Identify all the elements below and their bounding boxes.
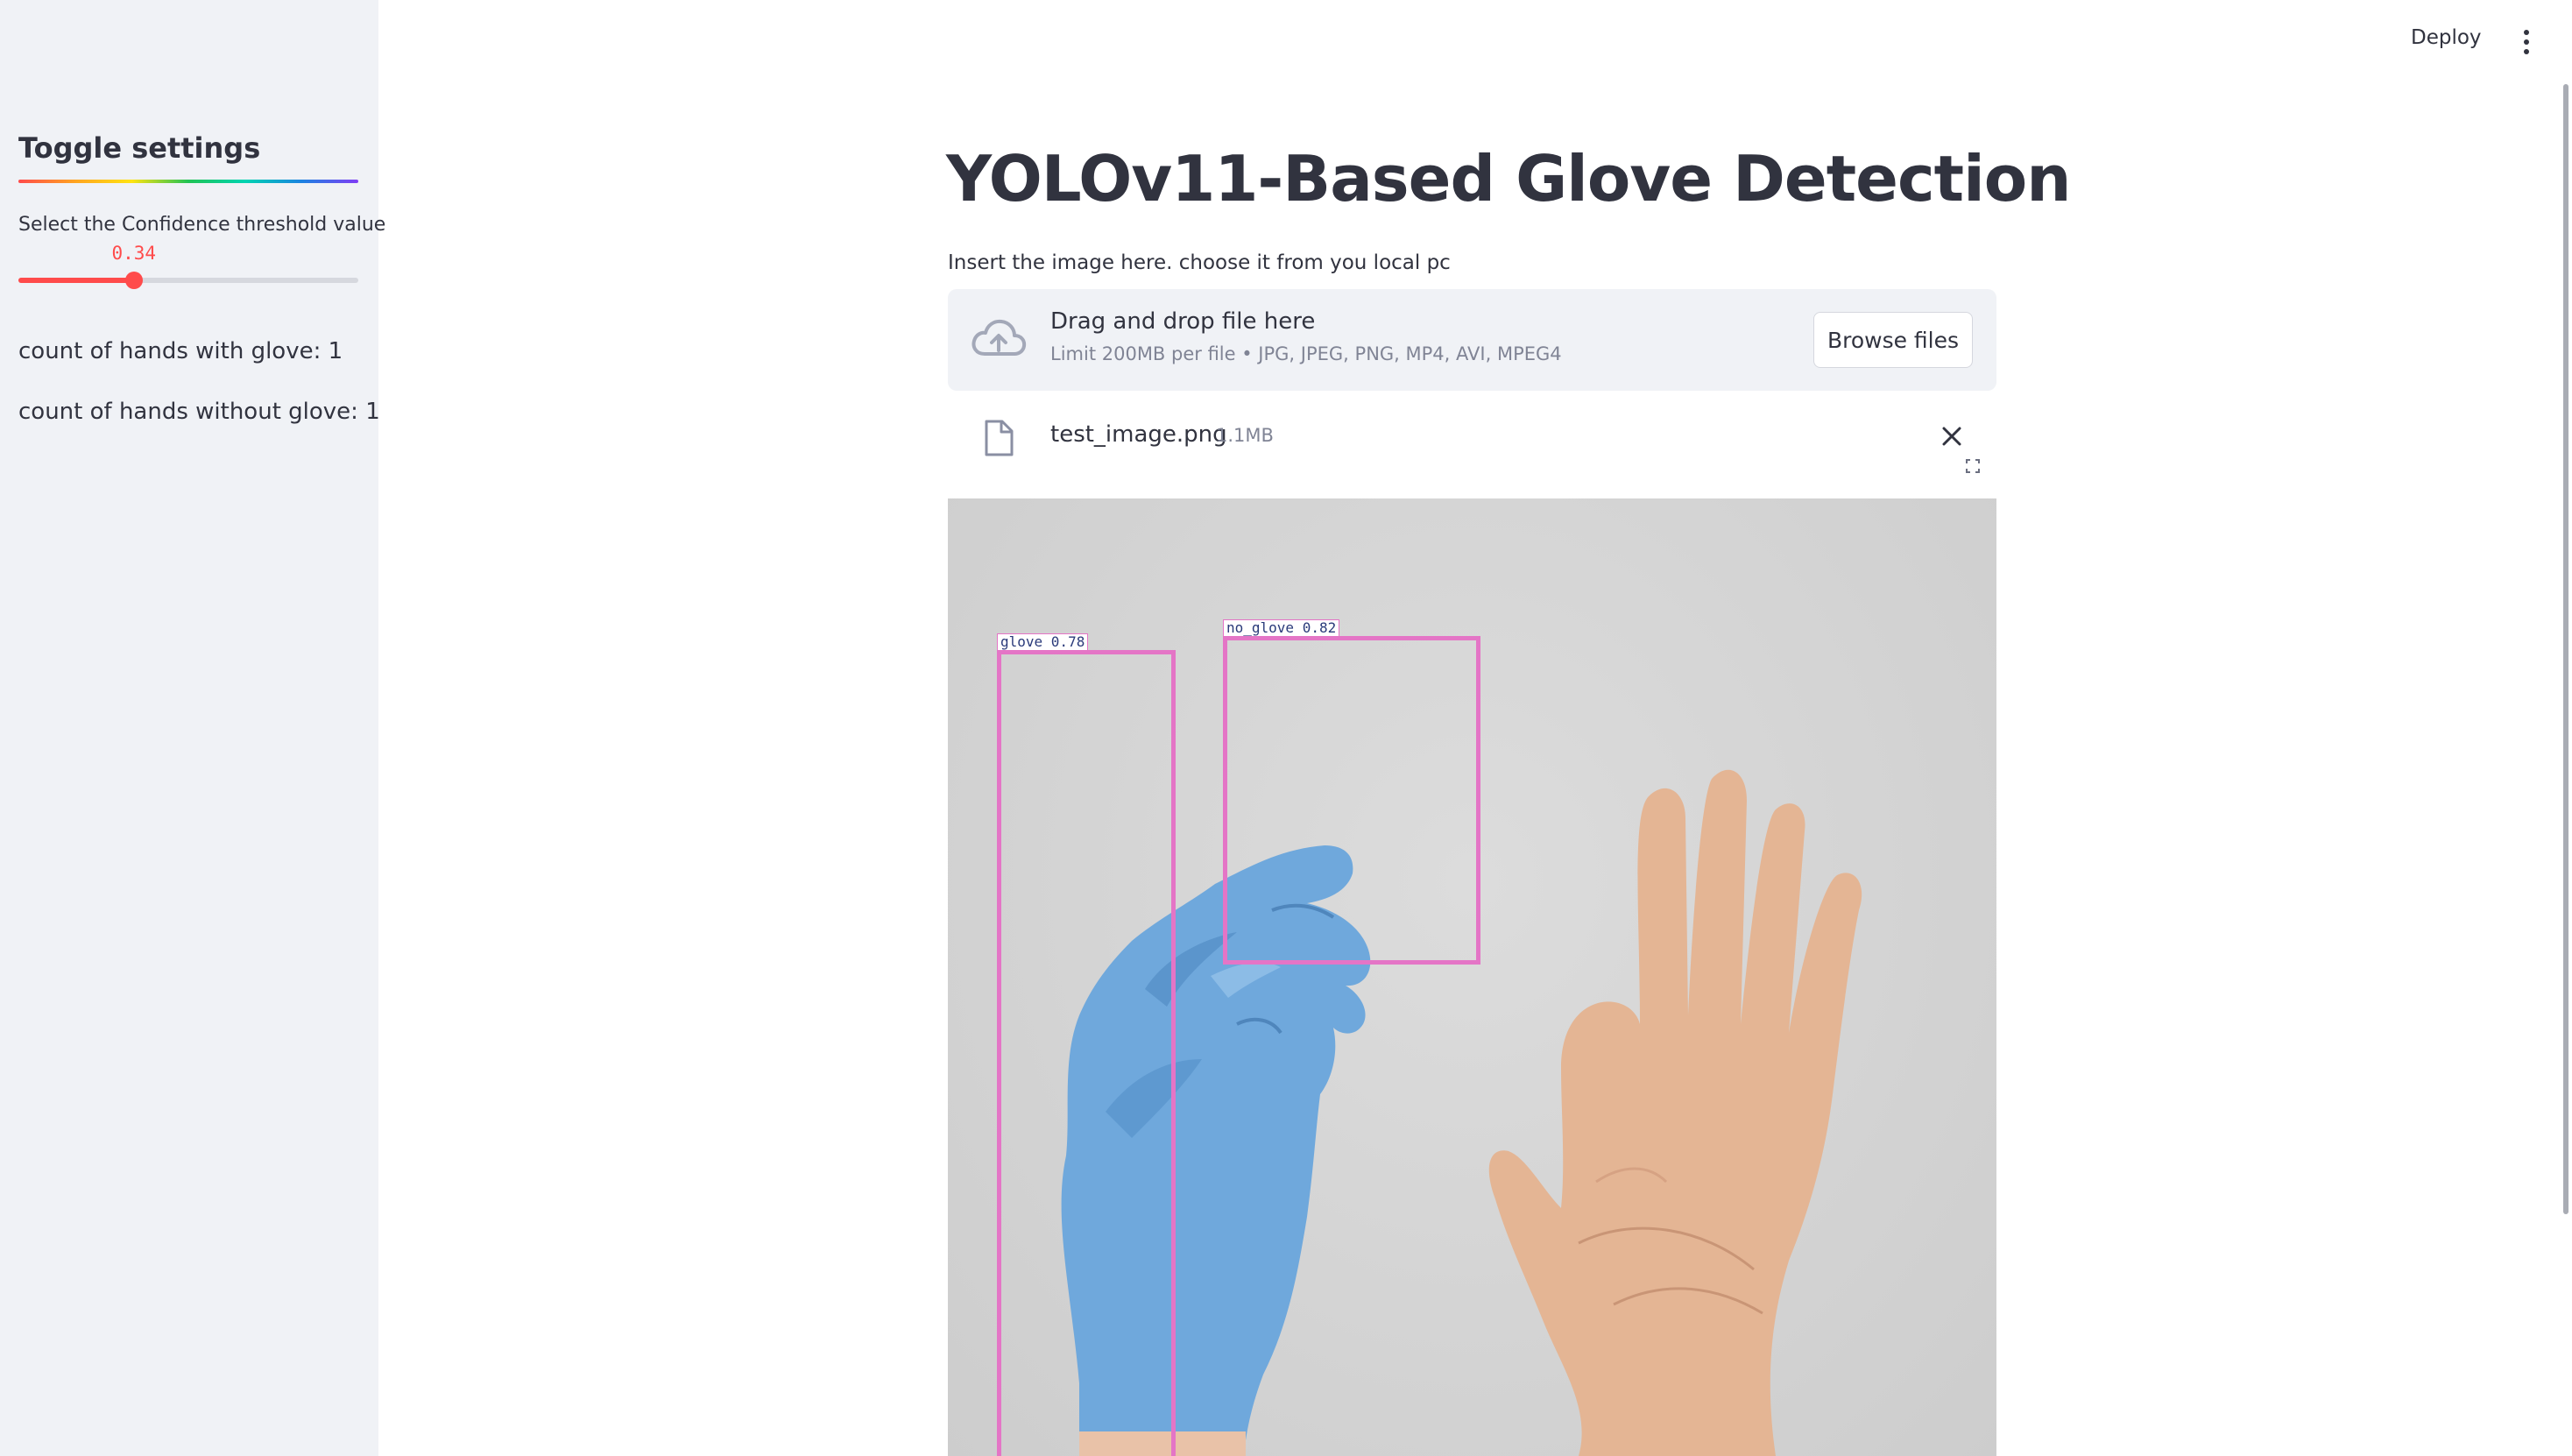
detection-result-image: glove 0.78 no_glove 0.82 <box>948 498 1996 1456</box>
rainbow-divider <box>18 180 358 183</box>
confidence-slider-label: Select the Confidence threshold value <box>18 214 386 236</box>
confidence-slider-value: 0.34 <box>111 243 157 264</box>
confidence-slider[interactable] <box>18 272 358 289</box>
page-title: YOLOv11-Based Glove Detection <box>946 142 2071 216</box>
file-name: test_image.png <box>1050 421 1227 448</box>
sidebar-title: Toggle settings <box>18 131 261 165</box>
deploy-button[interactable]: Deploy <box>2411 26 2482 49</box>
drop-title: Drag and drop file here <box>1050 308 1316 335</box>
glove-detection-label: glove 0.78 <box>997 633 1089 651</box>
file-size: 1.1MB <box>1216 425 1274 446</box>
bare-hand-illustration <box>1488 769 1862 1456</box>
main-scrollbar[interactable] <box>2563 84 2568 1214</box>
count-without-glove: count of hands without glove: 1 <box>18 399 380 425</box>
uploader-label: Insert the image here. choose it from yo… <box>948 251 1451 274</box>
file-dropzone[interactable]: Drag and drop file here Limit 200MB per … <box>948 289 1996 391</box>
fullscreen-icon[interactable] <box>1955 449 1990 484</box>
sidebar: Toggle settings Select the Confidence th… <box>0 0 385 1456</box>
file-icon <box>983 419 1014 457</box>
kebab-menu-icon[interactable] <box>2516 28 2537 56</box>
glove-bounding-box <box>997 650 1176 1456</box>
browse-files-button[interactable]: Browse files <box>1813 312 1973 368</box>
no-glove-detection-label: no_glove 0.82 <box>1223 619 1340 637</box>
cloud-upload-icon <box>971 314 1027 366</box>
close-icon[interactable] <box>1940 424 1964 449</box>
count-with-glove: count of hands with glove: 1 <box>18 338 343 364</box>
slider-thumb[interactable] <box>125 272 143 289</box>
no-glove-bounding-box <box>1223 636 1480 965</box>
slider-fill <box>18 278 134 283</box>
upload-limit-text: Limit 200MB per file • JPG, JPEG, PNG, M… <box>1050 343 1562 364</box>
uploaded-file-row: test_image.png 1.1MB <box>948 410 1996 463</box>
